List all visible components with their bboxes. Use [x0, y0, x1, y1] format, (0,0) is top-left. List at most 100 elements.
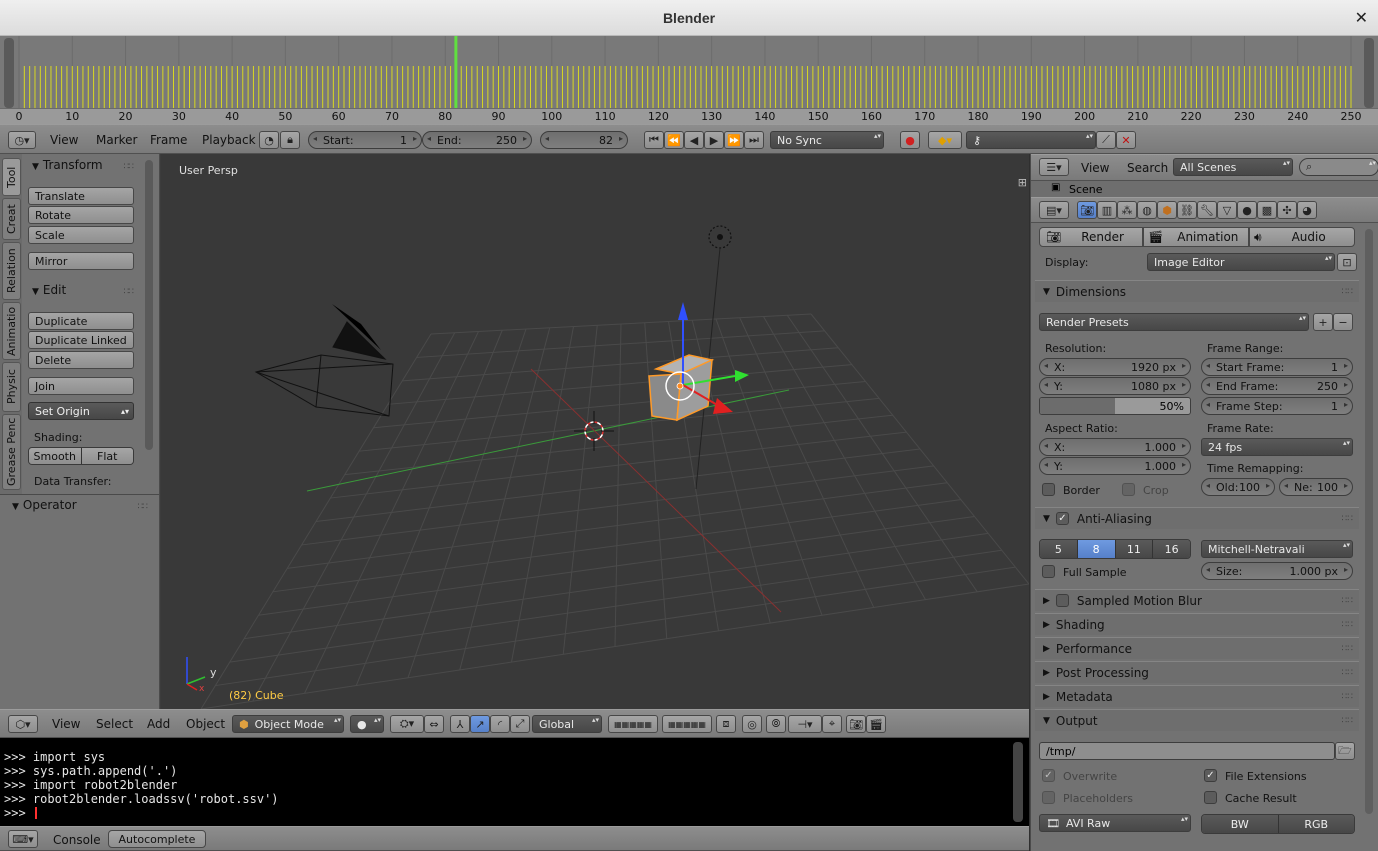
keying-set-icon[interactable]: ◆▾	[928, 131, 962, 149]
editor-type-outliner-icon[interactable]: ☰▾	[1039, 158, 1069, 176]
anti-aliasing-panel-header[interactable]: ▼ ✓ Anti-Aliasing ∷∷	[1035, 507, 1359, 529]
view3d-menu-view[interactable]: View	[52, 717, 80, 731]
mode-select[interactable]: ⬢ Object Mode	[232, 715, 344, 733]
view3d-menu-object[interactable]: Object	[186, 717, 225, 731]
add-preset-icon[interactable]: +	[1313, 313, 1333, 331]
snap-element-icon[interactable]: ⊣▾	[788, 715, 822, 733]
scale-button[interactable]: Scale	[28, 226, 134, 244]
end-frame-field[interactable]: End: 250	[422, 131, 532, 149]
frame-step-field[interactable]: Frame Step: 1	[1201, 397, 1353, 415]
delete-button[interactable]: Delete	[28, 351, 134, 369]
scale-manipulator-icon[interactable]: ⤢	[510, 715, 530, 733]
audio-button[interactable]: 🔊︎ Audio	[1249, 227, 1355, 247]
rgb-button[interactable]: RGB	[1278, 815, 1354, 833]
orientation-select[interactable]: Global	[532, 715, 602, 733]
jump-keyframe-forward-icon[interactable]: ⏩	[724, 131, 744, 149]
autocomplete-button[interactable]: Autocomplete	[108, 830, 206, 848]
bw-button[interactable]: BW	[1202, 815, 1279, 833]
join-button[interactable]: Join	[28, 377, 134, 395]
proportional-edit-icon[interactable]: ⦾	[766, 715, 786, 733]
current-frame-field[interactable]: 82	[540, 131, 628, 149]
aa-sample-5[interactable]: 5	[1040, 540, 1078, 558]
frame-rate-select[interactable]: 24 fps	[1201, 438, 1353, 456]
timeline-scrollbar-right[interactable]	[1364, 38, 1374, 108]
lock-icon[interactable]: 🔒︎	[280, 131, 300, 149]
grip-icon[interactable]: ∷∷	[124, 287, 135, 297]
close-icon[interactable]: ✕	[1355, 8, 1368, 27]
aspect-x-field[interactable]: X: 1.000	[1039, 438, 1191, 456]
console-menu[interactable]: Console	[53, 833, 101, 847]
properties-scrollbar[interactable]	[1365, 229, 1373, 814]
resolution-y-field[interactable]: Y: 1080 px	[1039, 377, 1191, 395]
aa-filter-select[interactable]: Mitchell-Netravali	[1201, 540, 1353, 558]
file-format-select[interactable]: 🎞︎ AVI Raw	[1039, 814, 1191, 832]
outliner-menu-search[interactable]: Search	[1127, 161, 1168, 175]
scenes-select[interactable]: All Scenes	[1173, 158, 1293, 176]
aa-sample-8[interactable]: 8	[1077, 540, 1116, 558]
motion-blur-checkbox[interactable]	[1055, 594, 1069, 607]
delete-keyframe-icon[interactable]: ✕	[1116, 131, 1136, 149]
timeline-editor[interactable]: 0 10 20 30 40 50 60 70 80 90 100 110 120 130 140 150 160…	[0, 36, 1378, 124]
tab-physics[interactable]: Physic	[2, 362, 21, 412]
layers-icon-group-2[interactable]: ▦▦▦▦▦	[662, 715, 712, 733]
console-prompt-line[interactable]: >>>	[4, 806, 1025, 820]
rotate-manipulator-icon[interactable]: ◜	[490, 715, 510, 733]
edit-panel-header[interactable]: ▼ Edit	[32, 283, 66, 297]
tab-relation[interactable]: Relation	[2, 242, 21, 300]
resolution-x-field[interactable]: X: 1920 px	[1039, 358, 1191, 376]
post-processing-panel-header[interactable]: ▶ Post Processing ∷∷	[1035, 661, 1359, 683]
preview-range-icon[interactable]: ◔	[259, 131, 279, 149]
shading-select[interactable]: ●	[350, 715, 384, 733]
dimensions-panel-header[interactable]: ▼ Dimensions ∷∷	[1035, 280, 1359, 302]
view3d-menu-add[interactable]: Add	[147, 717, 170, 731]
remove-preset-icon[interactable]: −	[1333, 313, 1353, 331]
tab-animation[interactable]: Animatio	[2, 302, 21, 360]
manipulator-toggle-icon[interactable]: ⇔	[424, 715, 444, 733]
tab-tool[interactable]: Tool	[2, 158, 21, 196]
viewport-plus-icon[interactable]: ⊞	[1018, 176, 1027, 189]
timeline-menu-frame[interactable]: Frame	[150, 133, 187, 147]
render-border-icon[interactable]: ◎	[742, 715, 762, 733]
tab-grease-pencil[interactable]: Grease Penc	[2, 414, 21, 490]
metadata-panel-header[interactable]: ▶ Metadata ∷∷	[1035, 685, 1359, 707]
render-tab-icon[interactable]: 📷︎	[1077, 201, 1097, 219]
full-sample-checkbox[interactable]	[1042, 565, 1055, 578]
render-layers-tab-icon[interactable]: ▥	[1097, 201, 1117, 219]
aa-sample-11[interactable]: 11	[1115, 540, 1154, 558]
timeline-menu-playback[interactable]: Playback	[202, 133, 256, 147]
rotate-button[interactable]: Rotate	[28, 206, 134, 224]
anti-aliasing-checkbox[interactable]: ✓	[1055, 512, 1069, 525]
play-icon[interactable]: ▶	[704, 131, 724, 149]
record-icon[interactable]: ●	[900, 131, 920, 149]
editor-type-properties-icon[interactable]: ▤▾	[1039, 201, 1069, 219]
grip-icon[interactable]: ∷∷	[138, 502, 149, 512]
set-origin-select[interactable]: Set Origin ▴▾	[28, 402, 134, 420]
jump-keyframe-back-icon[interactable]: ⏪	[664, 131, 684, 149]
aa-sample-16[interactable]: 16	[1153, 540, 1190, 558]
flat-button[interactable]: Flat	[81, 448, 133, 464]
timeline-scrollbar-left[interactable]	[4, 38, 14, 108]
overwrite-checkbox[interactable]: ✓	[1042, 769, 1055, 782]
physics-tab-icon[interactable]: ◕	[1297, 201, 1317, 219]
output-panel-header[interactable]: ▼ Output ∷∷	[1035, 709, 1359, 731]
play-reverse-icon[interactable]: ◀	[684, 131, 704, 149]
duplicate-button[interactable]: Duplicate	[28, 312, 134, 330]
tool-shelf-scrollbar[interactable]	[145, 160, 153, 450]
view3d-menu-select[interactable]: Select	[96, 717, 133, 731]
lock-interface-icon[interactable]: ⊡	[1337, 253, 1357, 271]
manipulator-icon[interactable]: ⅄	[450, 715, 470, 733]
material-tab-icon[interactable]: ●	[1237, 201, 1257, 219]
display-select[interactable]: Image Editor	[1147, 253, 1335, 271]
animation-button[interactable]: 🎬︎ Animation	[1143, 227, 1249, 247]
operator-panel-header[interactable]: ▼ Operator	[12, 498, 77, 512]
duplicate-linked-button[interactable]: Duplicate Linked	[28, 331, 134, 349]
grip-icon[interactable]: ∷∷	[124, 162, 135, 172]
file-extensions-checkbox[interactable]: ✓	[1204, 769, 1217, 782]
particles-tab-icon[interactable]: ✣	[1277, 201, 1297, 219]
start-frame-field-props[interactable]: Start Frame: 1	[1201, 358, 1353, 376]
jump-start-icon[interactable]: ⏮	[644, 131, 664, 149]
keying-set-field[interactable]: ⚷	[966, 131, 1096, 149]
insert-keyframe-icon[interactable]: ⟋	[1096, 131, 1116, 149]
translate-button[interactable]: Translate	[28, 187, 134, 205]
time-remap-new-field[interactable]: Ne: 100	[1279, 478, 1353, 496]
